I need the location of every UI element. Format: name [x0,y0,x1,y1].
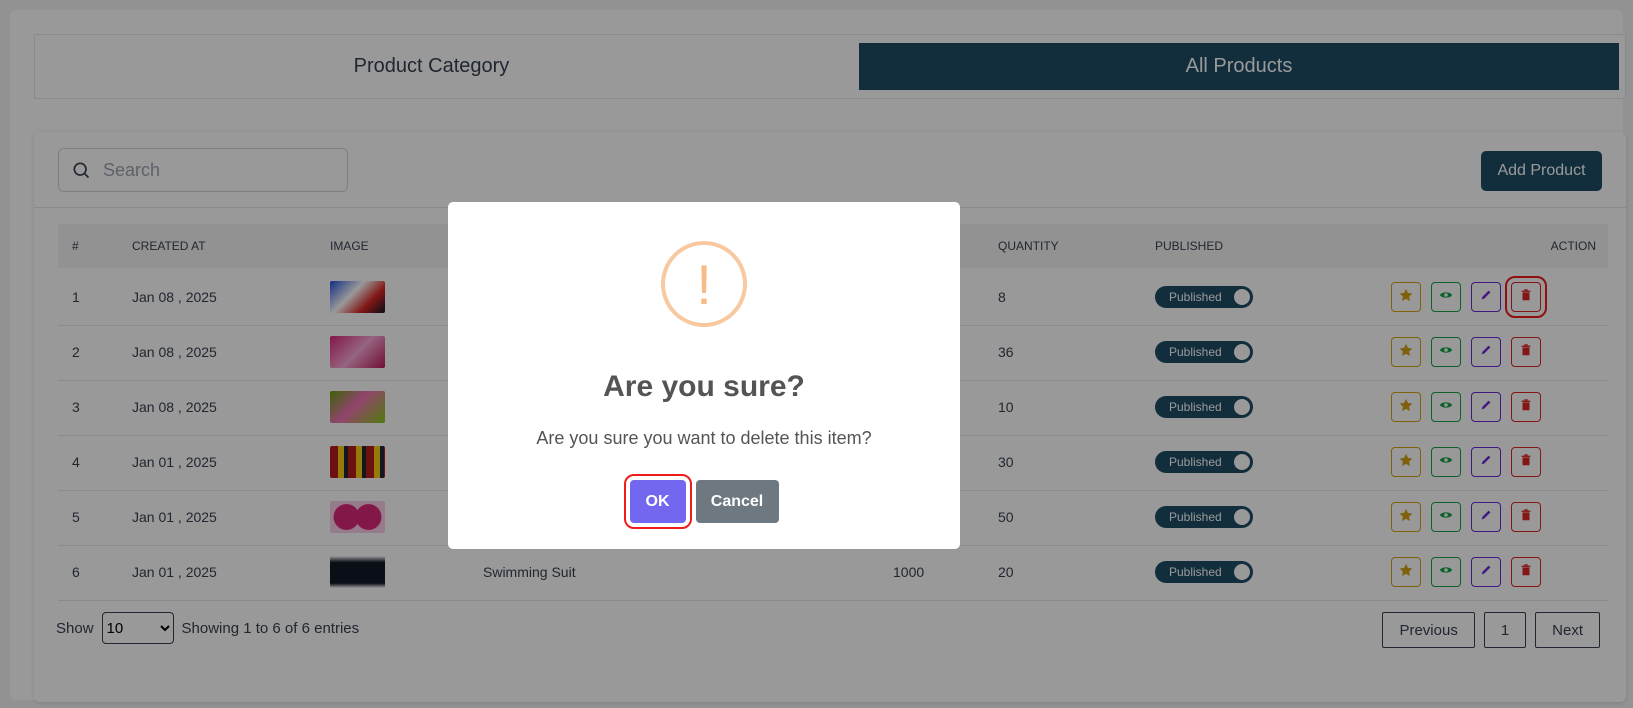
ok-button[interactable]: OK [623,474,692,529]
dialog-title: Are you sure? [603,370,805,403]
warning-icon: ! [661,241,747,327]
modal-backdrop[interactable]: ! Are you sure? Are you sure you want to… [0,0,1633,708]
cancel-button[interactable]: Cancel [695,480,779,523]
dialog-actions: OK Cancel [448,474,960,529]
confirm-dialog: ! Are you sure? Are you sure you want to… [448,202,960,549]
dialog-message: Are you sure you want to delete this ite… [536,428,872,448]
